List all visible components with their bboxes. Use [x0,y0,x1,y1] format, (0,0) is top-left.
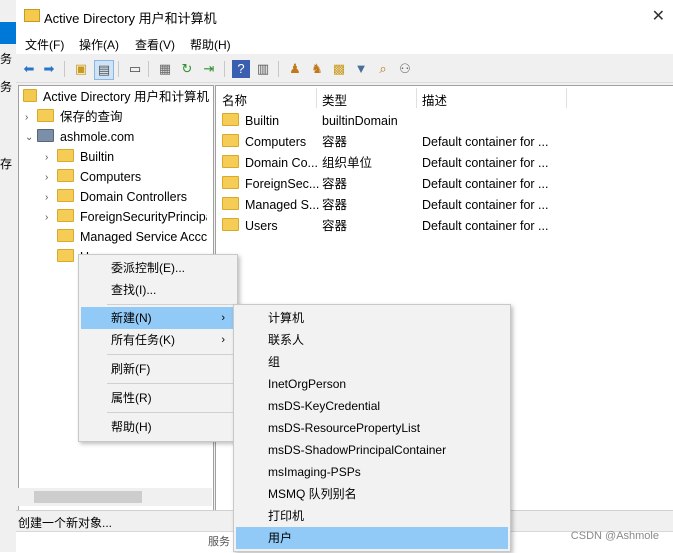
list-item[interactable]: Users 容器 Default container for ... [216,216,673,237]
tree-item-foreign-security[interactable]: ForeignSecurityPrincipa [57,207,207,227]
tree-item-saved-queries[interactable]: 保存的查询 [37,107,123,127]
back-arrow-icon[interactable]: ⬅ [20,60,38,78]
refresh-icon[interactable]: ↻ [178,60,196,78]
tree-root[interactable]: Active Directory 用户和计算机 [23,87,209,107]
tree-item-domain-controllers[interactable]: Domain Controllers [57,187,187,207]
menu-item-refresh[interactable]: 刷新(F) [81,358,235,380]
chevron-right-icon[interactable]: › [45,212,48,223]
list-item[interactable]: Domain Co... 组织单位 Default container for … [216,153,673,174]
chevron-right-icon[interactable]: › [45,172,48,183]
submenu-item-printer[interactable]: 打印机 [236,505,508,527]
submenu-item-inetorgperson[interactable]: InetOrgPerson [236,373,508,395]
tree-item-computers[interactable]: Computers [57,167,141,187]
chevron-right-icon[interactable]: › [45,152,48,163]
chevron-right-icon[interactable]: › [45,192,48,203]
column-header-type[interactable]: 类型 [322,90,347,109]
list-item[interactable]: Managed S... 容器 Default container for ..… [216,195,673,216]
background-text: 务 [0,52,13,66]
list-item[interactable]: Builtin builtinDomain [216,111,673,132]
submenu-item-resourcepropertylist[interactable]: msDS-ResourcePropertyList [236,417,508,439]
folder-icon [57,149,74,162]
folder-icon [222,176,239,189]
submenu-item-computer[interactable]: 计算机 [236,307,508,329]
context-menu: 委派控制(E)... 查找(I)... 新建(N) › 所有任务(K) › 刷新(F… [78,254,238,442]
scrollbar-thumb[interactable] [34,491,142,503]
window-title: Active Directory 用户和计算机 [44,11,217,26]
menu-item-all-tasks[interactable]: 所有任务(K) › [81,329,235,351]
help-icon[interactable]: ? [232,60,250,78]
submenu-item-msimaging-psps[interactable]: msImaging-PSPs [236,461,508,483]
menu-item-delegate-control[interactable]: 委派控制(E)... [81,257,235,279]
folder-icon [37,109,54,122]
menu-item-help[interactable]: 帮助(H) [81,416,235,438]
menu-action[interactable]: 操作(A) [79,36,119,53]
submenu-item-contact[interactable]: 联系人 [236,329,508,351]
list-item[interactable]: ForeignSec... 容器 Default container for .… [216,174,673,195]
find-icon[interactable]: ⌕ [374,60,392,78]
submenu-item-msmq-alias[interactable]: MSMQ 队列别名 [236,483,508,505]
app-icon [24,9,40,22]
forward-arrow-icon[interactable]: ➡ [40,60,58,78]
tree-item-domain[interactable]: ashmole.com [37,127,134,147]
submenu-item-keycredential[interactable]: msDS-KeyCredential [236,395,508,417]
folder-icon [57,169,74,182]
tree-view-icon[interactable]: ▤ [94,60,114,80]
chevron-down-icon[interactable]: ⌄ [25,132,33,143]
filter-icon[interactable]: ▼ [352,60,370,78]
menu-item-properties[interactable]: 属性(R) [81,387,235,409]
submenu-item-shadowprincipalcontainer[interactable]: msDS-ShadowPrincipalContainer [236,439,508,461]
background-window-strip: 务 务 存 [0,0,17,552]
tree-item-managed-service[interactable]: Managed Service Accc [57,227,207,247]
folder-icon [57,249,74,262]
menu-help[interactable]: 帮助(H) [190,36,231,53]
export-icon[interactable]: ⇥ [200,60,218,78]
up-folder-icon[interactable]: ▣ [72,60,90,78]
tree-horizontal-scrollbar[interactable] [18,488,212,506]
chevron-right-icon: › [221,334,225,346]
background-text: 务 [0,80,13,94]
column-header-name[interactable]: 名称 [222,90,247,109]
add-to-group-icon[interactable]: ⚇ [396,60,414,78]
domain-icon [37,129,54,142]
folder-icon [222,134,239,147]
chevron-right-icon: › [221,312,225,324]
aduc-icon [23,89,37,102]
folder-icon [57,209,74,222]
folder-icon [222,113,239,126]
list-item[interactable]: Computers 容器 Default container for ... [216,132,673,153]
add-group-icon[interactable]: ♞ [308,60,326,78]
console-icon[interactable]: ▥ [254,60,272,78]
folder-icon [57,189,74,202]
title-bar: Active Directory 用户和计算机 ✕ [16,0,673,32]
tree-item-builtin[interactable]: Builtin [57,147,114,167]
submenu-item-group[interactable]: 组 [236,351,508,373]
menu-view[interactable]: 查看(V) [135,36,175,53]
background-text: 服务 [208,536,230,548]
status-text: 创建一个新对象... [18,516,113,530]
copy-icon[interactable]: ▭ [126,60,144,78]
background-selection [0,22,16,44]
close-icon[interactable]: ✕ [652,6,665,26]
add-ou-icon[interactable]: ▩ [330,60,348,78]
add-user-icon[interactable]: ♟ [286,60,304,78]
folder-icon [222,197,239,210]
new-submenu: 计算机 联系人 组 InetOrgPerson msDS-KeyCredenti… [233,304,511,552]
background-text: 存 [0,157,13,171]
menu-item-find[interactable]: 查找(I)... [81,279,235,301]
folder-icon [57,229,74,242]
column-header-description[interactable]: 描述 [422,90,447,109]
chevron-right-icon[interactable]: › [25,112,28,123]
menu-bar: 文件(F) 操作(A) 查看(V) 帮助(H) [16,32,673,54]
folder-icon [222,155,239,168]
watermark: CSDN @Ashmole [570,530,659,542]
properties-icon[interactable]: ▦ [156,60,174,78]
toolbar: ⬅ ➡ ▣ ▤ ▭ ▦ ↻ ⇥ ? ▥ ♟ ♞ ▩ ▼ ⌕ ⚇ [16,56,673,83]
menu-item-new[interactable]: 新建(N) › [81,307,235,329]
submenu-item-user[interactable]: 用户 [236,527,508,549]
folder-icon [222,218,239,231]
menu-file[interactable]: 文件(F) [25,36,64,53]
